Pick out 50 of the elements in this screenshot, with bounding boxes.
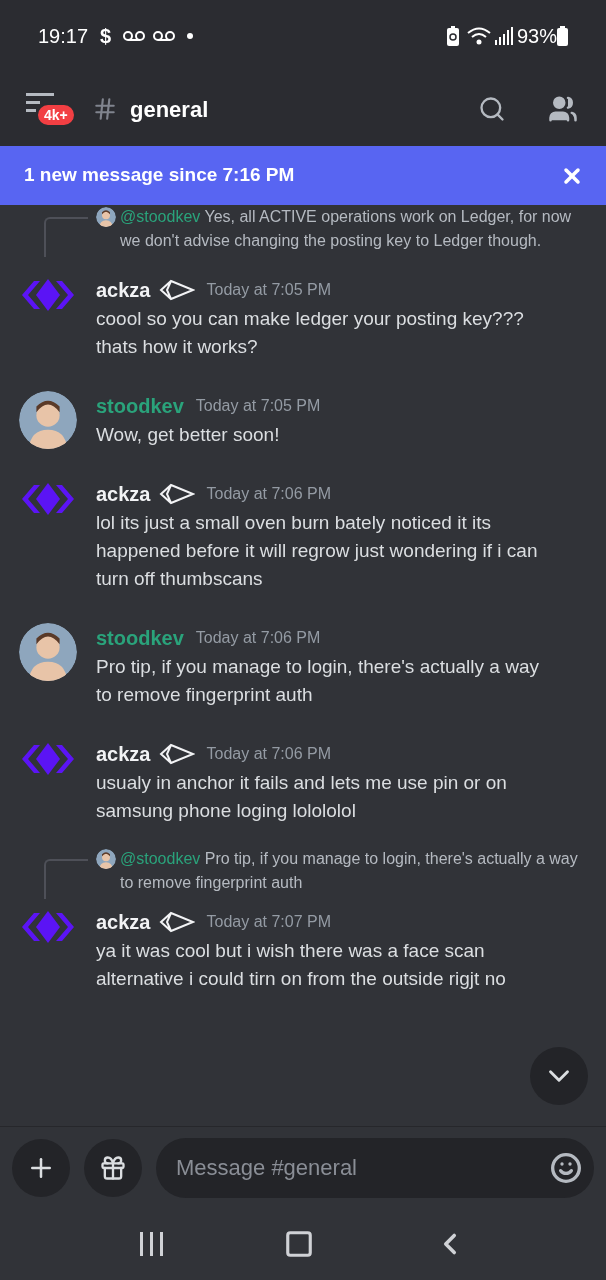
author-name[interactable]: ackza [96,907,151,937]
voicemail-icon [123,31,146,41]
reply-mention[interactable]: @stoodkev [120,850,201,867]
person-avatar [96,849,116,869]
battery-percent: 93% [516,24,557,49]
timestamp: Today at 7:06 PM [206,744,331,764]
gift-icon [99,1153,127,1182]
signal-icon [494,27,513,45]
reply-text: @stoodkev Yes, all ACTIVE operations work on Ledger, for now we don't advise changing the posting key to Ledger though. [120,207,573,251]
reply-connector [44,217,88,257]
voicemail-icon [153,31,176,41]
person-avatar [19,623,77,681]
timestamp: Today at 7:05 PM [195,396,321,416]
timestamp: Today at 7:06 PM [206,484,331,504]
timestamp: Today at 7:07 PM [206,912,331,932]
message-text: Pro tip, if you manage to login, there's actually a way to remove fingerprint auth [96,655,540,707]
unread-badge: 4k+ [36,103,76,127]
battery-saver-icon [446,26,459,46]
new-message-banner[interactable]: 1 new message since 7:16 PM [0,146,606,205]
members-icon[interactable] [548,94,578,124]
wifi-icon [466,27,491,45]
author-name[interactable]: stoodkev [96,391,184,421]
message-text: Wow, get better soon! [96,423,281,447]
status-time: 19:17 [38,24,89,49]
reply-mention[interactable]: @stoodkev [120,208,201,225]
timestamp: Today at 7:05 PM [206,280,331,300]
message-text: usualy in anchor it fails and lets me use pin or on samsung phone loging lolololol [96,771,508,823]
dot-icon [187,33,194,39]
author-name[interactable]: ackza [96,739,151,769]
recent-apps-icon[interactable] [139,1232,166,1256]
home-icon[interactable] [284,1229,314,1259]
message-text: ya it was cool but i wish there was a face scan alternative i could tirn on from the outside rigjt no [96,939,507,991]
hash-icon [92,96,118,122]
timestamp: Today at 7:06 PM [195,628,321,648]
message-input[interactable]: Message #general [156,1137,594,1198]
message-text: lol its just a small oven burn bately noticed it its happened before it will regrow just wondering if i can turn off thumbscans [96,511,539,591]
author-name[interactable]: ackza [96,275,151,305]
message-text: coool so you can make ledger your posting key??? thats how it works? [96,307,525,359]
person-avatar [19,391,77,449]
dollar-icon: $ [100,21,112,51]
search-icon[interactable] [478,95,506,123]
channel-name: general [130,95,209,124]
reply-text: @stoodkev Pro tip, if you manage to login, there's actually a way to remove fingerprint auth [120,849,579,893]
person-avatar [96,207,116,227]
banner-text: 1 new message since 7:16 PM [24,163,296,188]
emoji-icon[interactable] [550,1151,582,1184]
author-name[interactable]: stoodkev [96,623,184,653]
author-name[interactable]: ackza [96,479,151,509]
reply-connector [44,859,88,899]
battery-icon [557,26,568,46]
